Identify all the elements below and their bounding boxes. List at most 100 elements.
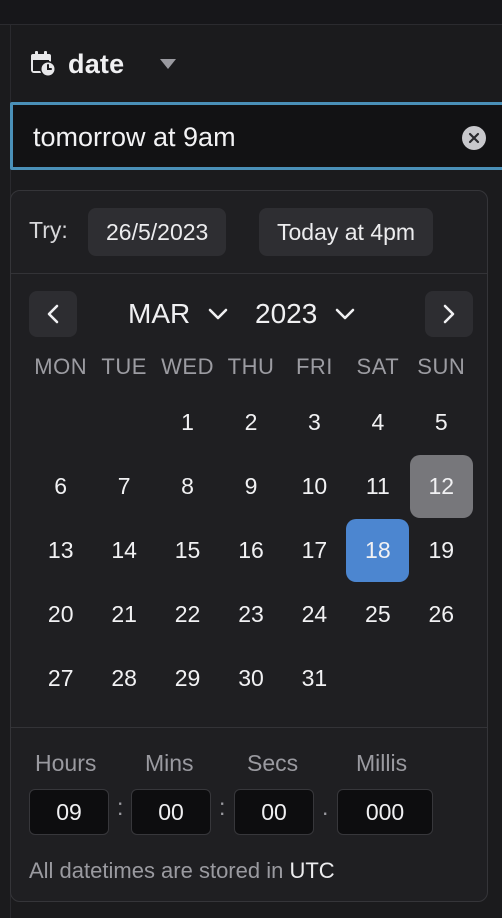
calendar-day[interactable]: 13 bbox=[29, 518, 92, 582]
timezone-label: UTC bbox=[289, 858, 335, 883]
calendar-day-number: 11 bbox=[365, 472, 390, 499]
calendar-day-number: 4 bbox=[371, 408, 385, 435]
calendar-day-number: 3 bbox=[308, 408, 321, 435]
calendar-day[interactable]: 20 bbox=[29, 582, 92, 646]
calendar-day[interactable]: 28 bbox=[92, 646, 155, 710]
calendar-clock-icon bbox=[28, 49, 58, 79]
calendar-day-number: 27 bbox=[47, 664, 74, 691]
calendar-day[interactable]: 30 bbox=[219, 646, 282, 710]
date-input[interactable] bbox=[33, 115, 433, 159]
chevron-down-icon bbox=[335, 308, 355, 320]
calendar-day-number: 31 bbox=[301, 664, 328, 691]
calendar-day-number: 29 bbox=[174, 664, 201, 691]
weekday-label: SAT bbox=[356, 354, 400, 379]
calendar-day[interactable]: 9 bbox=[219, 454, 282, 518]
calendar-day[interactable]: 1 bbox=[156, 390, 219, 454]
calendar-day-today[interactable]: 12 bbox=[409, 454, 473, 518]
calendar-day-number: 1 bbox=[181, 408, 194, 435]
weekday-label: SUN bbox=[417, 354, 466, 379]
secs-input[interactable]: 00 bbox=[234, 789, 314, 835]
calendar-day[interactable]: 16 bbox=[219, 518, 282, 582]
prev-month-button[interactable] bbox=[29, 291, 77, 337]
calendar-day-number: 8 bbox=[181, 472, 194, 499]
calendar-day[interactable]: 7 bbox=[92, 454, 155, 518]
calendar-day-number: 18 bbox=[346, 518, 410, 582]
next-month-button[interactable] bbox=[425, 291, 473, 337]
calendar-day-number: 9 bbox=[244, 472, 258, 499]
timezone-note-text: All datetimes are stored in bbox=[29, 858, 284, 883]
time-separator: : bbox=[117, 794, 124, 820]
weekday-header: MON TUE WED THU FRI SAT SUN bbox=[29, 354, 473, 386]
calendar-day-number: 25 bbox=[365, 600, 391, 627]
calendar-day[interactable]: 26 bbox=[410, 582, 473, 646]
calendar-day-number: 20 bbox=[47, 600, 74, 627]
calendar-day[interactable]: 8 bbox=[156, 454, 219, 518]
calendar-day[interactable]: 19 bbox=[410, 518, 473, 582]
time-section: Hours Mins Secs Millis 09 : 00 : 00 . 00… bbox=[11, 727, 487, 901]
time-separator: . bbox=[322, 794, 329, 820]
date-input-wrapper[interactable] bbox=[10, 102, 502, 170]
calendar-day[interactable]: 22 bbox=[156, 582, 219, 646]
millis-label: Millis bbox=[356, 750, 408, 776]
hours-input[interactable]: 09 bbox=[29, 789, 109, 835]
year-select[interactable]: 2023 bbox=[255, 293, 355, 335]
calendar-day[interactable]: 2 bbox=[219, 390, 282, 454]
calendar-day[interactable]: 5 bbox=[410, 390, 473, 454]
timezone-note: All datetimes are stored in UTC bbox=[29, 858, 335, 884]
calendar-day[interactable]: 21 bbox=[92, 582, 155, 646]
weekday-label: FRI bbox=[295, 354, 333, 379]
clear-input-button[interactable] bbox=[462, 126, 486, 150]
chevron-left-icon bbox=[47, 304, 59, 324]
calendar-day-number: 14 bbox=[111, 536, 137, 563]
calendar-day[interactable]: 31 bbox=[283, 646, 346, 710]
month-select[interactable]: MAR bbox=[128, 293, 228, 335]
suggestion-chip-date[interactable]: 26/5/2023 bbox=[88, 208, 227, 256]
calendar-day-number: 30 bbox=[238, 664, 264, 691]
weekday-label: WED bbox=[161, 354, 214, 379]
calendar-day-number: 12 bbox=[409, 454, 473, 518]
hours-label: Hours bbox=[35, 750, 97, 776]
calendar-day-selected[interactable]: 18 bbox=[346, 518, 410, 582]
mins-label: Mins bbox=[145, 750, 194, 776]
weekday-label: MON bbox=[34, 354, 88, 379]
calendar-day-number: 17 bbox=[301, 536, 328, 563]
dropdown-caret-icon[interactable] bbox=[160, 59, 177, 69]
field-header[interactable]: date bbox=[28, 46, 177, 82]
calendar-day-number: 23 bbox=[238, 600, 264, 627]
calendar-empty-cell bbox=[92, 390, 155, 454]
calendar-day[interactable]: 4 bbox=[346, 390, 409, 454]
mins-input[interactable]: 00 bbox=[131, 789, 211, 835]
suggestion-chip-today[interactable]: Today at 4pm bbox=[259, 208, 434, 256]
field-title: date bbox=[68, 48, 125, 79]
calendar-day[interactable]: 10 bbox=[283, 454, 346, 518]
calendar-day[interactable]: 17 bbox=[283, 518, 346, 582]
calendar-day[interactable]: 3 bbox=[283, 390, 346, 454]
calendar-day[interactable]: 6 bbox=[29, 454, 92, 518]
millis-input[interactable]: 000 bbox=[337, 789, 433, 835]
calendar-day-number: 5 bbox=[434, 408, 448, 435]
calendar-empty-cell bbox=[29, 390, 92, 454]
calendar-day-number: 16 bbox=[238, 536, 264, 563]
calendar-nav: MAR 2023 bbox=[11, 289, 487, 339]
calendar-day[interactable]: 24 bbox=[283, 582, 346, 646]
calendar-day-number: 21 bbox=[111, 600, 137, 627]
calendar-day[interactable]: 27 bbox=[29, 646, 92, 710]
calendar-day-grid: 1 2 3 4 5 6 7 8 9 10 11 12 13 14 15 16 17 18 19 20 21 22 23 24 2… bbox=[29, 390, 473, 710]
calendar-day-number: 15 bbox=[174, 536, 201, 563]
weekday-label: TUE bbox=[101, 354, 147, 379]
weekday-label: THU bbox=[227, 354, 275, 379]
time-separator: : bbox=[219, 794, 226, 820]
chevron-right-icon bbox=[443, 304, 455, 324]
suggestions-row: Try: 26/5/2023 Today at 4pm bbox=[11, 191, 487, 274]
calendar-day[interactable]: 25 bbox=[346, 582, 409, 646]
calendar-day[interactable]: 14 bbox=[92, 518, 155, 582]
calendar-day[interactable]: 11 bbox=[346, 454, 409, 518]
calendar-day[interactable]: 23 bbox=[219, 582, 282, 646]
close-icon bbox=[468, 132, 480, 144]
calendar-day-number: 19 bbox=[428, 536, 455, 563]
secs-label: Secs bbox=[247, 750, 299, 776]
calendar-day-number: 28 bbox=[111, 664, 137, 691]
calendar-day-number: 26 bbox=[428, 600, 455, 627]
calendar-day[interactable]: 15 bbox=[156, 518, 219, 582]
calendar-day[interactable]: 29 bbox=[156, 646, 219, 710]
